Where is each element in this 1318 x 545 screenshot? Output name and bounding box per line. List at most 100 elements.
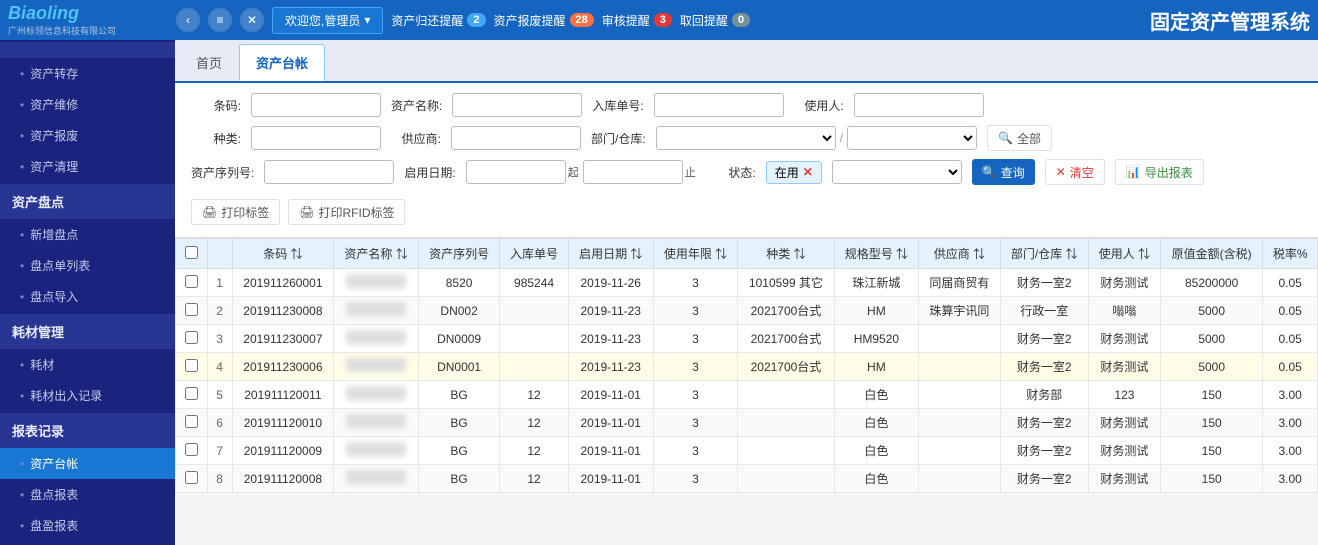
welcome-button[interactable]: 欢迎您,管理员 ▾ (272, 7, 383, 34)
cell-inbound: 985244 (500, 269, 569, 297)
sidebar-item-scrap[interactable]: 资产报废 (0, 120, 175, 151)
barcode-input[interactable] (251, 93, 381, 117)
start-date-input[interactable] (466, 160, 566, 184)
cell-checkbox[interactable] (176, 269, 208, 297)
col-years[interactable]: 使用年限 ⇅ (653, 239, 738, 269)
sidebar-item-new-inventory[interactable]: 新增盘点 (0, 219, 175, 250)
col-start-date[interactable]: 启用日期 ⇅ (568, 239, 653, 269)
nav-back-button[interactable]: ‹ (176, 8, 200, 32)
search-row-2: 种类: 供应商: 部门/仓库: / 🔍 全部 (191, 125, 1302, 151)
col-dept[interactable]: 部门/仓库 ⇅ (1000, 239, 1088, 269)
cell-tax: 0.05 (1263, 297, 1318, 325)
cell-inbound: 12 (500, 437, 569, 465)
cell-checkbox[interactable] (176, 409, 208, 437)
cell-tax: 0.05 (1263, 325, 1318, 353)
cell-checkbox[interactable] (176, 465, 208, 493)
tab-home[interactable]: 首页 (179, 44, 239, 81)
print-tag-button[interactable]: 🖨 打印标签 (191, 199, 280, 225)
nav-close-button[interactable]: ✕ (240, 8, 264, 32)
notification-scrap[interactable]: 资产报废提醒 28 (494, 12, 594, 29)
nav-menu-button[interactable]: ≡ (208, 8, 232, 32)
serial-label: 资产序列号: (191, 164, 254, 181)
sidebar-item-inventory-import[interactable]: 盘点导入 (0, 281, 175, 312)
dropdown-icon: ▾ (364, 13, 370, 27)
sidebar-item-surplus-report[interactable]: 盘盈报表 (0, 510, 175, 541)
export-button[interactable]: 📊 导出报表 (1115, 159, 1204, 185)
cell-spec: HM9520 (834, 325, 919, 353)
cell-checkbox[interactable] (176, 381, 208, 409)
col-amount[interactable]: 原值金额(含税) (1160, 239, 1262, 269)
user-input[interactable] (854, 93, 984, 117)
col-serial[interactable]: 资产序列号 (418, 239, 499, 269)
sidebar-item-inventory-list[interactable]: 盘点单列表 (0, 250, 175, 281)
asset-name-input[interactable] (452, 93, 582, 117)
sidebar-section-asset-ops (0, 42, 175, 58)
cell-no: 3 (207, 325, 232, 353)
col-tax[interactable]: 税率% (1263, 239, 1318, 269)
col-asset-name[interactable]: 资产名称 ⇅ (334, 239, 419, 269)
sidebar-item-consumables[interactable]: 耗材 (0, 349, 175, 380)
end-date-input[interactable] (583, 160, 683, 184)
query-button[interactable]: 🔍 查询 (972, 159, 1035, 185)
sidebar-item-transfer[interactable]: 资产转存 (0, 58, 175, 89)
sidebar-item-inventory-report[interactable]: 盘点报表 (0, 479, 175, 510)
cell-asset-name (334, 465, 419, 493)
col-barcode[interactable]: 条码 ⇅ (232, 239, 334, 269)
dept-select[interactable] (656, 126, 836, 150)
main-layout: 资产转存 资产维修 资产报废 资产清理 资产盘点 新增盘点 盘点单列表 盘点导入… (0, 40, 1318, 545)
status-select[interactable] (832, 160, 962, 184)
col-category[interactable]: 种类 ⇅ (738, 239, 834, 269)
cell-serial: BG (418, 437, 499, 465)
cell-years: 3 (653, 325, 738, 353)
supplier-label: 供应商: (391, 130, 441, 147)
cell-checkbox[interactable] (176, 325, 208, 353)
search-panel: 条码: 资产名称: 入库单号: 使用人: 种类: 供应商: 部门/仓库: / (175, 83, 1318, 238)
cell-asset-name (334, 381, 419, 409)
supplier-input[interactable] (451, 126, 581, 150)
inbound-no-label: 入库单号: (592, 97, 643, 114)
tab-asset-ledger[interactable]: 资产台帐 (239, 44, 325, 81)
notification-audit[interactable]: 审核提醒 3 (602, 12, 672, 29)
notification-recall[interactable]: 取回提醒 0 (680, 12, 750, 29)
print-rfid-button[interactable]: 🖨 打印RFID标签 (288, 199, 405, 225)
search-row-1: 条码: 资产名称: 入库单号: 使用人: (191, 93, 1302, 117)
user-label: 使用人: (794, 97, 844, 114)
inbound-no-input[interactable] (654, 93, 784, 117)
notification-return[interactable]: 资产归还提醒 2 (391, 12, 485, 29)
all-button[interactable]: 🔍 全部 (987, 125, 1052, 151)
col-spec[interactable]: 规格型号 ⇅ (834, 239, 919, 269)
cell-checkbox[interactable] (176, 437, 208, 465)
serial-input[interactable] (264, 160, 394, 184)
clear-button[interactable]: ✕ 清空 (1045, 159, 1105, 185)
sidebar-item-maintenance[interactable]: 资产维修 (0, 89, 175, 120)
sidebar-item-asset-ledger[interactable]: 资产台帐 (0, 448, 175, 479)
cell-serial: BG (418, 465, 499, 493)
table-row: 2 201911230008 DN002 2019-11-23 3 202170… (176, 297, 1318, 325)
cell-category: 2021700台式 (738, 325, 834, 353)
sidebar-item-consumables-log[interactable]: 耗材出入记录 (0, 380, 175, 411)
col-supplier[interactable]: 供应商 ⇅ (919, 239, 1000, 269)
badge-scrap: 28 (570, 13, 594, 27)
status-label: 状态: (706, 164, 756, 181)
cell-spec: 白色 (834, 437, 919, 465)
col-inbound[interactable]: 入库单号 (500, 239, 569, 269)
cell-serial: DN002 (418, 297, 499, 325)
col-checkbox[interactable] (176, 239, 208, 269)
cell-start-date: 2019-11-26 (568, 269, 653, 297)
sys-title: 固定资产管理系统 (1150, 6, 1310, 35)
select-all-checkbox[interactable] (185, 246, 198, 259)
sidebar: 资产转存 资产维修 资产报废 资产清理 资产盘点 新增盘点 盘点单列表 盘点导入… (0, 40, 175, 545)
category-input[interactable] (251, 126, 381, 150)
col-user[interactable]: 使用人 ⇅ (1088, 239, 1160, 269)
status-clear-button[interactable]: ✕ (803, 165, 813, 179)
dept-sub-select[interactable] (847, 126, 977, 150)
cell-checkbox[interactable] (176, 297, 208, 325)
sidebar-item-cleanup[interactable]: 资产清理 (0, 151, 175, 182)
cell-asset-name (334, 409, 419, 437)
cell-checkbox[interactable] (176, 353, 208, 381)
cell-asset-name (334, 353, 419, 381)
cell-no: 5 (207, 381, 232, 409)
cell-user: 123 (1088, 381, 1160, 409)
cell-years: 3 (653, 297, 738, 325)
table-row: 3 201911230007 DN0009 2019-11-23 3 20217… (176, 325, 1318, 353)
